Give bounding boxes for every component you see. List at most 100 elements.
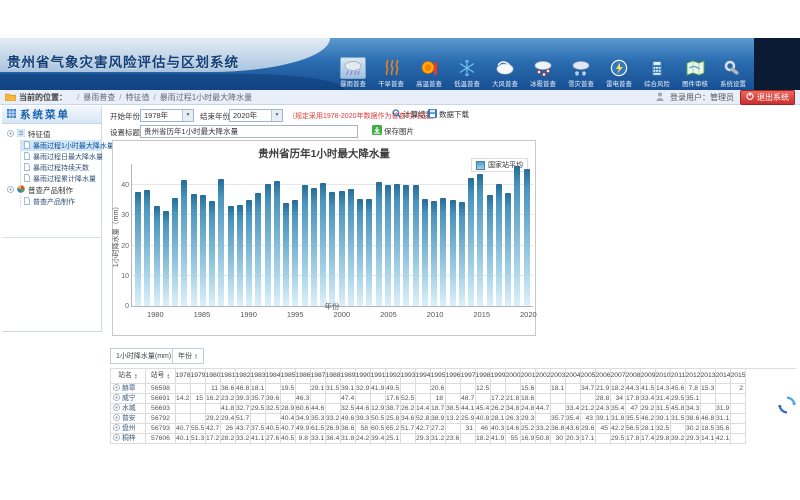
column-header-year[interactable]: 2006 (596, 369, 611, 384)
sidebar-item[interactable]: 暴雨过程累计降水量 (21, 173, 101, 184)
bar-2013[interactable] (459, 202, 465, 306)
sort-arrows-icon[interactable]: ▲▼ (166, 373, 170, 380)
row-expander-icon[interactable] (113, 404, 120, 414)
nav-settings[interactable]: 系统设置 (714, 57, 752, 89)
row-expander-icon[interactable] (113, 384, 120, 394)
nav-drought[interactable]: 干旱普查 (372, 57, 410, 89)
column-header-year[interactable]: 2005 (581, 369, 596, 384)
column-header-year[interactable]: 2001 (521, 369, 536, 384)
column-header-year[interactable]: 1993 (401, 369, 416, 384)
bar-1992[interactable] (265, 184, 271, 306)
nav-risk[interactable]: 综合风险 (638, 57, 676, 89)
column-header-year[interactable]: 2000 (506, 369, 521, 384)
column-header-year[interactable]: 2007 (611, 369, 626, 384)
column-header-year[interactable]: 2004 (566, 369, 581, 384)
row-expander-icon[interactable] (113, 394, 120, 404)
column-header-year[interactable]: 1983 (251, 369, 266, 384)
bar-1998[interactable] (320, 183, 326, 306)
logout-button[interactable]: 退出系统 (740, 90, 795, 105)
column-header-year[interactable]: 1996 (446, 369, 461, 384)
nav-hail[interactable]: 冰雹普查 (524, 57, 562, 89)
column-header-year[interactable]: 2012 (686, 369, 701, 384)
station-cell[interactable]: 桐梓 (111, 434, 146, 444)
bar-1993[interactable] (274, 181, 280, 306)
bar-1987[interactable] (218, 179, 224, 306)
column-header-year[interactable]: 2003 (551, 369, 566, 384)
bar-1985[interactable] (200, 195, 206, 306)
sidebar-group-0[interactable]: 特征值 (7, 128, 101, 140)
bar-1984[interactable] (191, 194, 197, 306)
column-header-year[interactable]: 2014 (716, 369, 731, 384)
sort-arrows-icon[interactable]: ▲▼ (194, 353, 198, 360)
sidebar-group-1[interactable]: 普查产品制作 (7, 184, 101, 196)
nav-wind[interactable]: 大风普查 (486, 57, 524, 89)
station-cell[interactable]: 水城 (111, 404, 146, 414)
bar-1979[interactable] (144, 190, 150, 306)
calculate-button[interactable]: 计算结果 (392, 109, 433, 120)
bar-1982[interactable] (172, 198, 178, 306)
column-header-year[interactable]: 1990 (356, 369, 371, 384)
bar-1994[interactable] (283, 203, 289, 306)
start-year-select[interactable]: 1978年 ▼ (140, 109, 194, 122)
column-header-year[interactable]: 1984 (266, 369, 281, 384)
table-year-sort-box[interactable]: 年份 ▲▼ (172, 348, 204, 364)
bar-2011[interactable] (440, 198, 446, 306)
bar-2009[interactable] (422, 199, 428, 306)
nav-low-temp[interactable]: 低温普查 (448, 57, 486, 89)
column-header-year[interactable]: 1978 (176, 369, 191, 384)
bar-2016[interactable] (487, 195, 493, 306)
bar-2019[interactable] (514, 166, 520, 306)
station-cell[interactable]: 普安 (111, 414, 146, 424)
column-header-year[interactable]: 2015 (731, 369, 746, 384)
bar-2002[interactable] (357, 199, 363, 306)
bar-2014[interactable] (468, 178, 474, 306)
bar-2017[interactable] (496, 184, 502, 306)
row-expander-icon[interactable] (113, 434, 120, 444)
bar-1999[interactable] (329, 192, 335, 306)
download-button[interactable]: 数据下载 (428, 109, 469, 120)
column-header-year[interactable]: 1982 (236, 369, 251, 384)
column-header-year[interactable]: 1988 (326, 369, 341, 384)
sort-arrows-icon[interactable]: ▲▼ (134, 373, 138, 380)
column-header-year[interactable]: 2013 (701, 369, 716, 384)
bar-1980[interactable] (154, 206, 160, 306)
bar-1996[interactable] (302, 185, 308, 306)
bar-2007[interactable] (403, 185, 409, 306)
column-header-year[interactable]: 1987 (311, 369, 326, 384)
row-expander-icon[interactable] (113, 424, 120, 434)
column-header-year[interactable]: 2002 (536, 369, 551, 384)
bar-1978[interactable] (135, 192, 141, 306)
column-header-year[interactable]: 1981 (221, 369, 236, 384)
bar-2005[interactable] (385, 185, 391, 306)
nav-rainstorm[interactable]: 暴雨普查 (334, 57, 372, 89)
bar-2012[interactable] (450, 200, 456, 306)
bar-2020[interactable] (524, 169, 530, 306)
bar-1995[interactable] (292, 200, 298, 306)
loading-refresh-icon[interactable] (778, 396, 796, 414)
bar-1983[interactable] (181, 180, 187, 306)
breadcrumb-item-3[interactable]: 暴雨过程1小时最大降水量 (160, 92, 252, 103)
bar-2006[interactable] (394, 184, 400, 306)
expander-icon[interactable] (7, 130, 14, 139)
column-header-year[interactable]: 2008 (626, 369, 641, 384)
chart-title-input[interactable] (140, 125, 358, 138)
column-header-year[interactable]: 1986 (296, 369, 311, 384)
nav-map-review[interactable]: 图件审核 (676, 57, 714, 89)
breadcrumb-item-2[interactable]: 特征值 (125, 92, 149, 103)
nav-lightning[interactable]: 雷电普查 (600, 57, 638, 89)
station-cell[interactable]: 赫章 (111, 384, 146, 394)
bar-2003[interactable] (366, 199, 372, 306)
column-header-year[interactable]: 1994 (416, 369, 431, 384)
sidebar-item[interactable]: 暴雨过程持续天数 (21, 162, 101, 173)
nav-high-temp[interactable]: 高温普查 (410, 57, 448, 89)
sidebar-item[interactable]: 暴雨过程1小时最大降水量 (21, 140, 101, 151)
end-year-select[interactable]: 2020年 ▼ (229, 109, 283, 122)
column-header-year[interactable]: 2010 (656, 369, 671, 384)
bar-1986[interactable] (209, 201, 215, 306)
expander-icon[interactable] (7, 186, 14, 195)
column-header-year[interactable]: 1980 (206, 369, 221, 384)
bar-1997[interactable] (311, 188, 317, 306)
column-header-year[interactable]: 2011 (671, 369, 686, 384)
row-expander-icon[interactable] (113, 414, 120, 424)
column-header-year[interactable]: 1991 (371, 369, 386, 384)
